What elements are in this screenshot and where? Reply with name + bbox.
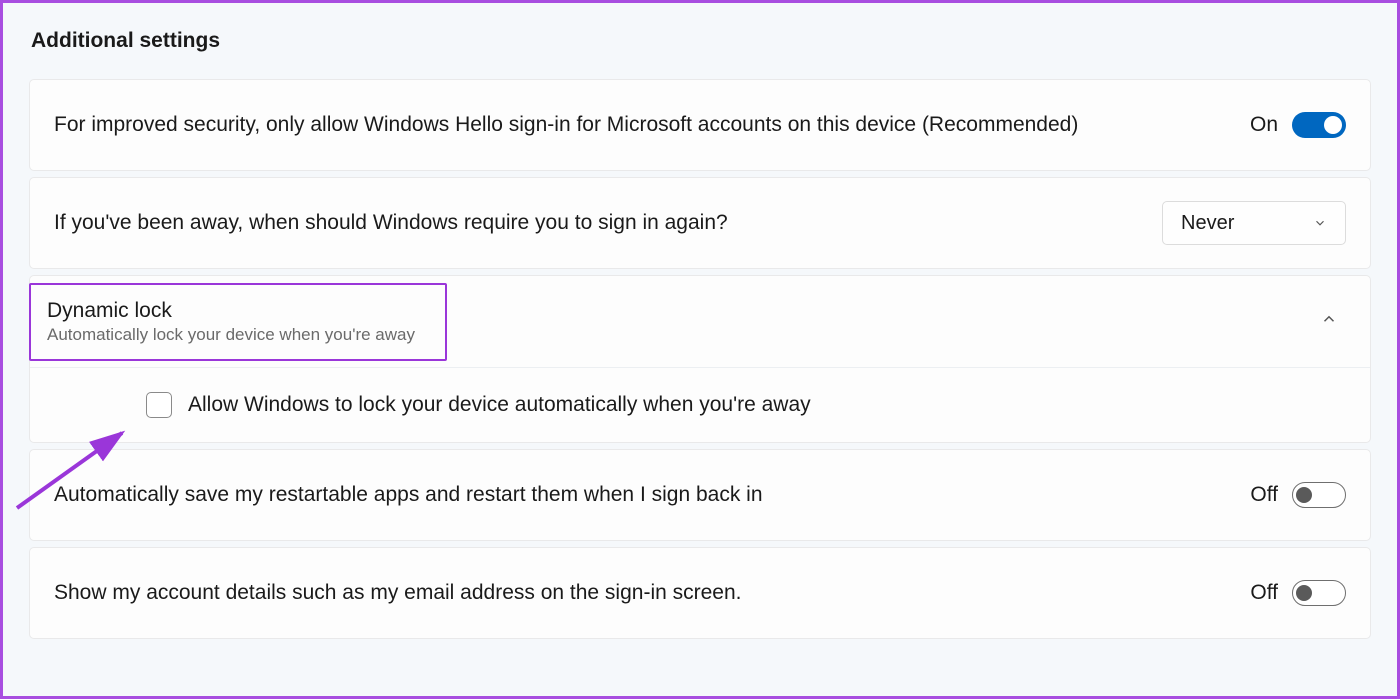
- toggle-windows-hello[interactable]: [1292, 112, 1346, 138]
- checkbox-label: Allow Windows to lock your device automa…: [188, 393, 811, 417]
- setting-row-restartable-apps[interactable]: Automatically save my restartable apps a…: [29, 449, 1371, 541]
- chevron-down-icon: [1313, 216, 1327, 230]
- checkbox-dynamic-lock[interactable]: [146, 392, 172, 418]
- section-header: Additional settings: [29, 29, 1371, 53]
- annotation-highlight: Dynamic lock Automatically lock your dev…: [29, 283, 447, 361]
- dynamic-lock-subtitle: Automatically lock your device when you'…: [47, 325, 415, 345]
- setting-row-account-details[interactable]: Show my account details such as my email…: [29, 547, 1371, 639]
- settings-viewport: Additional settings For improved securit…: [0, 0, 1400, 699]
- setting-label: Show my account details such as my email…: [54, 581, 742, 605]
- toggle-state-text: Off: [1250, 483, 1278, 507]
- setting-label: If you've been away, when should Windows…: [54, 211, 728, 235]
- toggle-knob: [1296, 487, 1312, 503]
- setting-row-windows-hello[interactable]: For improved security, only allow Window…: [29, 79, 1371, 171]
- setting-label: For improved security, only allow Window…: [54, 113, 1078, 137]
- settings-content: Additional settings For improved securit…: [3, 3, 1397, 639]
- toggle-knob: [1324, 116, 1342, 134]
- right-controls: On: [1250, 112, 1346, 138]
- setting-row-dynamic-lock: Dynamic lock Automatically lock your dev…: [29, 275, 1371, 443]
- right-controls: Off: [1250, 580, 1346, 606]
- dynamic-lock-header[interactable]: Dynamic lock Automatically lock your dev…: [30, 276, 1370, 368]
- chevron-up-icon: [1320, 310, 1338, 328]
- expand-collapse-button[interactable]: [1320, 310, 1346, 333]
- setting-row-signin-again[interactable]: If you've been away, when should Windows…: [29, 177, 1371, 269]
- dynamic-lock-title: Dynamic lock: [47, 299, 415, 323]
- toggle-knob: [1296, 585, 1312, 601]
- right-controls: Off: [1250, 482, 1346, 508]
- dropdown-signin-again[interactable]: Never: [1162, 201, 1346, 245]
- dynamic-lock-body: Allow Windows to lock your device automa…: [30, 368, 1370, 442]
- toggle-restartable-apps[interactable]: [1292, 482, 1346, 508]
- setting-label: Automatically save my restartable apps a…: [54, 483, 763, 507]
- toggle-state-text: Off: [1250, 581, 1278, 605]
- right-controls: Never: [1162, 201, 1346, 245]
- toggle-state-text: On: [1250, 113, 1278, 137]
- toggle-account-details[interactable]: [1292, 580, 1346, 606]
- dropdown-value: Never: [1181, 212, 1234, 235]
